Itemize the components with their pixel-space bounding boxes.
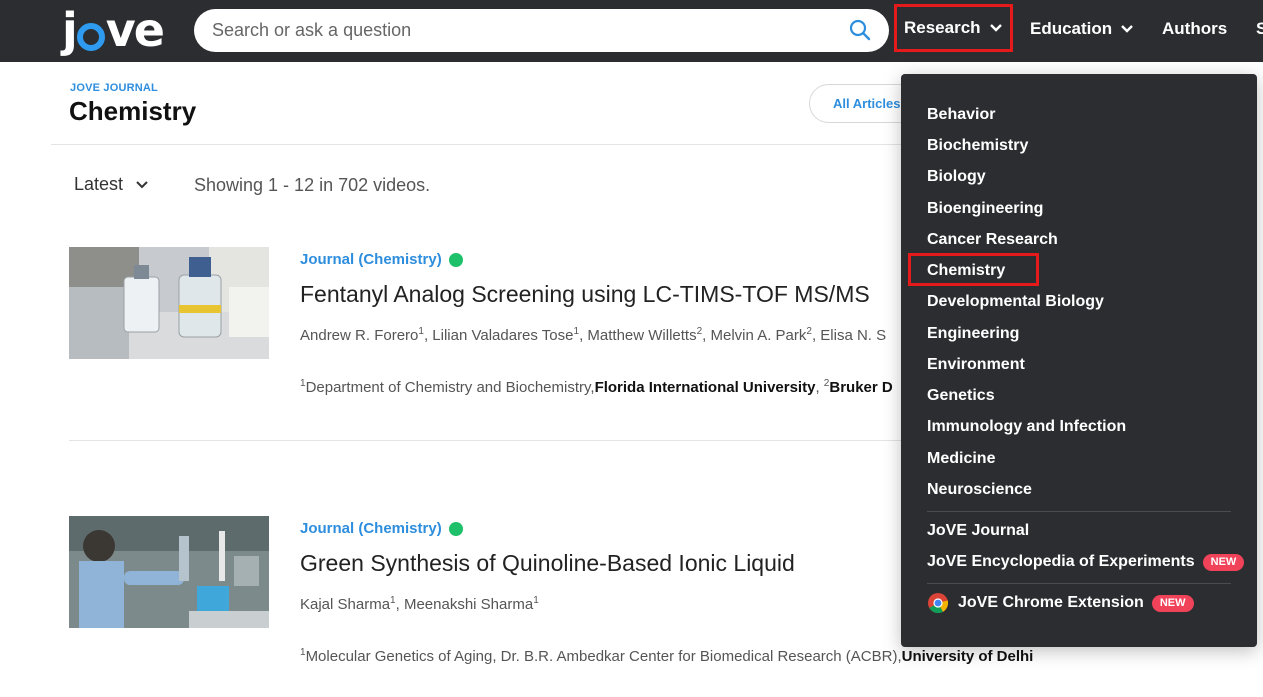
article-title[interactable]: Fentanyl Analog Screening using LC-TIMS-… bbox=[300, 281, 870, 308]
open-access-dot-icon bbox=[448, 252, 463, 267]
author-name[interactable]: Meenakshi Sharma bbox=[404, 596, 533, 613]
nav-education-label: Education bbox=[1030, 19, 1113, 38]
sort-label: Latest bbox=[74, 174, 124, 194]
article-thumbnail[interactable] bbox=[69, 247, 269, 359]
menu-item-behavior[interactable]: Behavior bbox=[927, 106, 995, 124]
chevron-down-icon bbox=[136, 180, 148, 188]
journal-category-link[interactable]: Journal (Chemistry) bbox=[300, 520, 463, 537]
journal-category-link[interactable]: Journal (Chemistry) bbox=[300, 251, 463, 268]
menu-item-biology[interactable]: Biology bbox=[927, 168, 986, 186]
logo-bubble-icon bbox=[76, 23, 105, 51]
journal-category-label: Journal (Chemistry) bbox=[300, 251, 442, 268]
menu-item-developmental-biology[interactable]: Developmental Biology bbox=[927, 293, 1104, 311]
lab-bottles-image bbox=[69, 247, 269, 359]
search-icon[interactable] bbox=[849, 19, 871, 41]
author-name[interactable]: Elisa N. S bbox=[820, 327, 886, 344]
menu-item-genetics[interactable]: Genetics bbox=[927, 387, 995, 405]
author-name[interactable]: Melvin A. Park bbox=[711, 327, 807, 344]
menu-item-encyclopedia[interactable]: JoVE Encyclopedia of Experiments NEW bbox=[927, 553, 1245, 571]
article-title[interactable]: Green Synthesis of Quinoline-Based Ionic… bbox=[300, 550, 795, 577]
nav-research-label: Research bbox=[904, 18, 981, 37]
author-name[interactable]: Andrew R. Forero bbox=[300, 327, 418, 344]
chrome-icon bbox=[928, 593, 949, 614]
menu-item-bioengineering[interactable]: Bioengineering bbox=[927, 200, 1043, 218]
menu-item-jove-journal[interactable]: JoVE Journal bbox=[927, 522, 1029, 540]
journal-tag: JOVE JOURNAL bbox=[70, 82, 158, 94]
menu-item-biochemistry[interactable]: Biochemistry bbox=[927, 137, 1028, 155]
author-name[interactable]: Kajal Sharma bbox=[300, 596, 390, 613]
menu-divider bbox=[927, 583, 1231, 584]
journal-category-label: Journal (Chemistry) bbox=[300, 520, 442, 537]
encyclopedia-label: JoVE Encyclopedia of Experiments bbox=[927, 553, 1195, 570]
menu-item-neuroscience[interactable]: Neuroscience bbox=[927, 481, 1032, 499]
new-badge: NEW bbox=[1202, 553, 1245, 571]
nav-education-menu[interactable]: Education bbox=[1030, 0, 1134, 58]
chevron-down-icon bbox=[989, 24, 1002, 32]
nav-authors-label: Authors bbox=[1162, 19, 1228, 38]
page-title: Chemistry bbox=[69, 96, 197, 126]
article-divider bbox=[69, 440, 901, 441]
nav-authors-link[interactable]: Authors bbox=[1162, 0, 1227, 58]
menu-item-engineering[interactable]: Engineering bbox=[927, 325, 1019, 343]
lab-scientist-image bbox=[69, 516, 269, 628]
top-navbar: jve Research Education Authors S bbox=[0, 0, 1263, 62]
results-count: Showing 1 - 12 in 702 videos. bbox=[194, 175, 431, 195]
article-thumbnail[interactable] bbox=[69, 516, 269, 628]
nav-research-menu[interactable]: Research bbox=[894, 4, 1013, 52]
menu-item-chemistry[interactable]: Chemistry bbox=[927, 262, 1005, 280]
chevron-down-icon bbox=[1121, 25, 1134, 33]
menu-item-cancer-research[interactable]: Cancer Research bbox=[927, 231, 1058, 249]
chrome-extension-label: JoVE Chrome Extension bbox=[958, 594, 1144, 611]
header-divider bbox=[51, 144, 901, 145]
search-input[interactable] bbox=[212, 9, 832, 52]
menu-item-medicine[interactable]: Medicine bbox=[927, 450, 995, 468]
sort-dropdown[interactable]: Latest bbox=[74, 174, 149, 195]
nav-more-label: S bbox=[1256, 19, 1263, 38]
menu-item-environment[interactable]: Environment bbox=[927, 356, 1025, 374]
nav-more-link[interactable]: S bbox=[1256, 0, 1263, 58]
open-access-dot-icon bbox=[448, 521, 463, 536]
jove-logo[interactable]: j ve bbox=[62, 2, 165, 58]
article-affiliations: 1Molecular Genetics of Aging, Dr. B.R. A… bbox=[300, 647, 1034, 665]
article-authors: Kajal Sharma1, Meenakshi Sharma1 bbox=[300, 595, 539, 613]
menu-item-immunology-and-infection[interactable]: Immunology and Infection bbox=[927, 418, 1126, 436]
research-dropdown-menu: Behavior Biochemistry Biology Bioenginee… bbox=[901, 74, 1257, 647]
author-name[interactable]: Matthew Willetts bbox=[587, 327, 696, 344]
article-affiliations: 1Department of Chemistry and Biochemistr… bbox=[300, 378, 893, 396]
author-name[interactable]: Lilian Valadares Tose bbox=[432, 327, 573, 344]
article-authors: Andrew R. Forero1, Lilian Valadares Tose… bbox=[300, 326, 887, 344]
new-badge: NEW bbox=[1151, 594, 1194, 612]
menu-item-chrome-extension[interactable]: JoVE Chrome Extension NEW bbox=[927, 592, 1194, 614]
search-bar bbox=[194, 9, 889, 52]
menu-divider bbox=[927, 511, 1231, 512]
